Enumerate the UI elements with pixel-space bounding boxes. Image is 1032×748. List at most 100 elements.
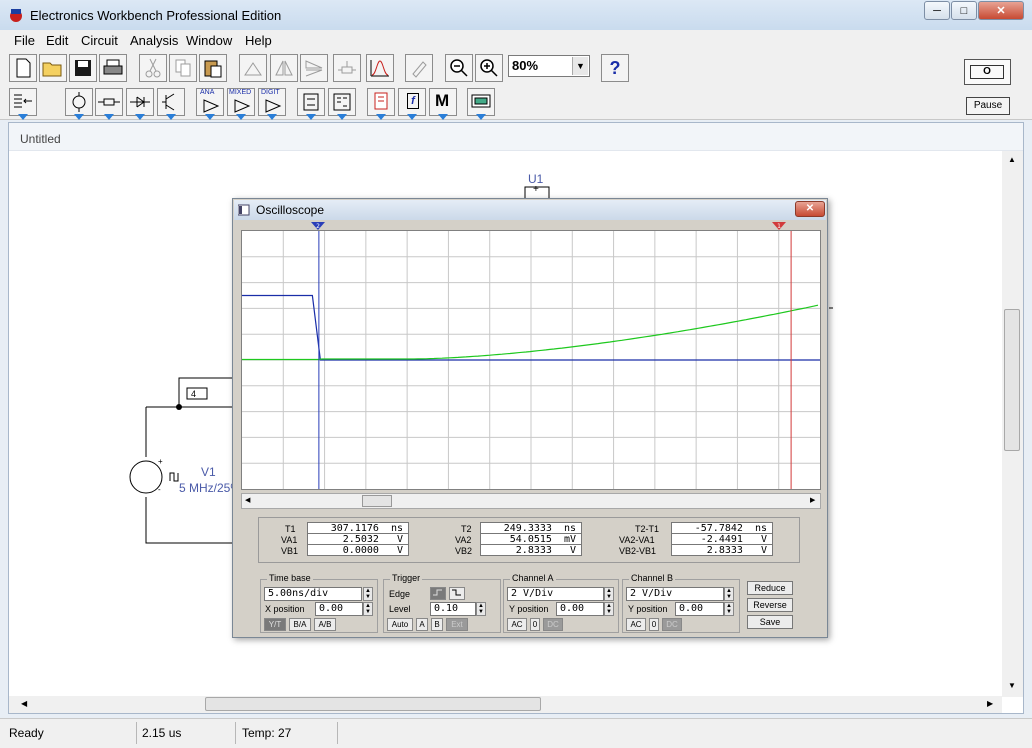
cut-button[interactable] <box>139 54 167 82</box>
timebase-input[interactable]: 5.00ns/div <box>264 587 362 601</box>
channel-a-scale-spinner[interactable]: ▲ ▼ <box>604 587 614 601</box>
menu-edit[interactable]: Edit <box>46 33 68 48</box>
menu-file[interactable]: File <box>14 33 35 48</box>
flip-vertical-button[interactable] <box>300 54 328 82</box>
digital-parts-button[interactable] <box>328 88 356 120</box>
scroll-down-icon[interactable]: ▼ <box>1008 681 1016 690</box>
scroll-left-icon[interactable]: ◀ <box>21 699 27 708</box>
timebase-spinner[interactable]: ▲ ▼ <box>363 587 373 601</box>
rising-edge-button[interactable] <box>430 587 446 600</box>
copy-button[interactable] <box>169 54 197 82</box>
sources-parts-button[interactable] <box>65 88 93 120</box>
display-graphs-button[interactable] <box>405 54 433 82</box>
channel-a-ypos-spinner[interactable]: ▲ ▼ <box>604 602 614 616</box>
channel-b-scale-spinner[interactable]: ▲ ▼ <box>724 587 734 601</box>
time-scroll-thumb[interactable] <box>362 495 392 507</box>
trigger-a-button[interactable]: A <box>416 618 428 631</box>
analog-ics-parts-button[interactable]: ANA <box>196 88 224 120</box>
channel-b-ypos-input[interactable]: 0.00 <box>675 602 724 616</box>
trigger-auto-button[interactable]: Auto <box>387 618 413 631</box>
vertical-scroll-thumb[interactable] <box>1004 309 1020 451</box>
x-position-spinner[interactable]: ▲ ▼ <box>363 602 373 616</box>
menu-window[interactable]: Window <box>186 33 232 48</box>
cursor-1-marker[interactable]: 1 <box>772 222 786 231</box>
u1-plus-label: + <box>533 184 539 195</box>
scroll-left-icon[interactable]: ◀ <box>245 496 250 504</box>
close-button[interactable]: ✕ <box>978 1 1024 20</box>
minimize-button[interactable]: ─ <box>924 1 950 20</box>
wire <box>145 497 234 544</box>
scroll-right-icon[interactable]: ▶ <box>987 699 993 708</box>
oscilloscope-time-scrollbar[interactable]: ◀ ▶ <box>241 493 821 509</box>
channel-a-zero-button[interactable]: 0 <box>530 618 540 631</box>
pause-button[interactable]: Pause <box>966 97 1010 115</box>
instruments-parts-button[interactable] <box>467 88 495 120</box>
menu-help[interactable]: Help <box>245 33 272 48</box>
oscilloscope-close-button[interactable]: ✕ <box>795 201 825 217</box>
transistors-parts-button[interactable] <box>157 88 185 120</box>
rotate-button[interactable] <box>239 54 267 82</box>
zoom-value: 80% <box>512 58 539 73</box>
mode-ab-button[interactable]: A/B <box>314 618 336 631</box>
oscilloscope-title: Oscilloscope <box>234 200 826 220</box>
zoom-out-button[interactable] <box>445 54 473 82</box>
trigger-level-input[interactable]: 0.10 <box>430 602 476 616</box>
channel-a-ypos-input[interactable]: 0.00 <box>556 602 604 616</box>
cursor-2-marker[interactable]: 2 <box>311 222 325 231</box>
create-subcircuit-button[interactable] <box>366 54 394 82</box>
channel-b-ac-button[interactable]: AC <box>626 618 646 631</box>
channel-b-ypos-spinner[interactable]: ▲ ▼ <box>724 602 734 616</box>
save-button[interactable] <box>69 54 97 82</box>
component-properties-button[interactable] <box>333 54 361 82</box>
vb1-label: VB1 <box>281 546 299 556</box>
zoom-select[interactable]: 80% ▼ <box>508 55 590 77</box>
digital-ics-parts-button[interactable]: DIGIT <box>258 88 286 120</box>
save-data-button[interactable]: Save <box>747 615 793 629</box>
vertical-scrollbar[interactable]: ▲ ▼ <box>1002 151 1023 697</box>
print-button[interactable] <box>99 54 127 82</box>
channel-a-ypos-label: Y position <box>509 604 549 614</box>
x-position-input[interactable]: 0.00 <box>315 602 363 616</box>
trigger-b-button[interactable]: B <box>431 618 443 631</box>
miscellaneous-parts-button[interactable]: M <box>429 88 457 120</box>
scroll-up-icon[interactable]: ▲ <box>1008 155 1016 164</box>
trigger-level-spinner[interactable]: ▲ ▼ <box>476 602 486 616</box>
basic-parts-button[interactable] <box>95 88 123 120</box>
favorites-parts-button[interactable] <box>9 88 37 120</box>
indicators-parts-button[interactable] <box>367 88 395 120</box>
new-button[interactable] <box>9 54 37 82</box>
channel-a-ac-button[interactable]: AC <box>507 618 527 631</box>
open-button[interactable] <box>39 54 67 82</box>
paste-button[interactable] <box>199 54 227 82</box>
mode-ba-button[interactable]: B/A <box>289 618 311 631</box>
channel-b-zero-button[interactable]: 0 <box>649 618 659 631</box>
trigger-ext-button[interactable]: Ext <box>446 618 468 631</box>
mode-yt-button[interactable]: Y/T <box>264 618 286 631</box>
v1-label[interactable]: V1 <box>201 465 216 479</box>
menu-analysis[interactable]: Analysis <box>130 33 178 48</box>
help-button[interactable]: ? <box>601 54 629 82</box>
reverse-button[interactable]: Reverse <box>747 598 793 612</box>
horizontal-scroll-thumb[interactable] <box>205 697 541 711</box>
controls-parts-button[interactable]: f <box>398 88 426 120</box>
maximize-button[interactable]: □ <box>951 1 977 20</box>
falling-edge-button[interactable] <box>449 587 465 600</box>
reduce-button[interactable]: Reduce <box>747 581 793 595</box>
close-icon: ✕ <box>996 5 1006 17</box>
channel-a-scale-input[interactable]: 2 V/Div <box>507 587 604 601</box>
flip-horizontal-button[interactable] <box>270 54 298 82</box>
logic-gates-parts-button[interactable] <box>297 88 325 120</box>
scroll-right-icon[interactable]: ▶ <box>810 496 815 504</box>
horizontal-scrollbar[interactable]: ◀ ▶ <box>9 696 1002 713</box>
channel-b-dc-button[interactable]: DC <box>662 618 682 631</box>
minimize-icon: ─ <box>933 4 941 17</box>
mixed-ics-parts-button[interactable]: MIXED <box>227 88 255 120</box>
node-label: 4 <box>191 389 197 399</box>
menu-circuit[interactable]: Circuit <box>81 33 118 48</box>
dropdown-arrow-icon <box>135 114 145 120</box>
diodes-parts-button[interactable] <box>126 88 154 120</box>
power-switch[interactable]: O <box>964 59 1011 85</box>
channel-b-scale-input[interactable]: 2 V/Div <box>626 587 724 601</box>
zoom-in-button[interactable] <box>475 54 503 82</box>
channel-a-dc-button[interactable]: DC <box>543 618 563 631</box>
